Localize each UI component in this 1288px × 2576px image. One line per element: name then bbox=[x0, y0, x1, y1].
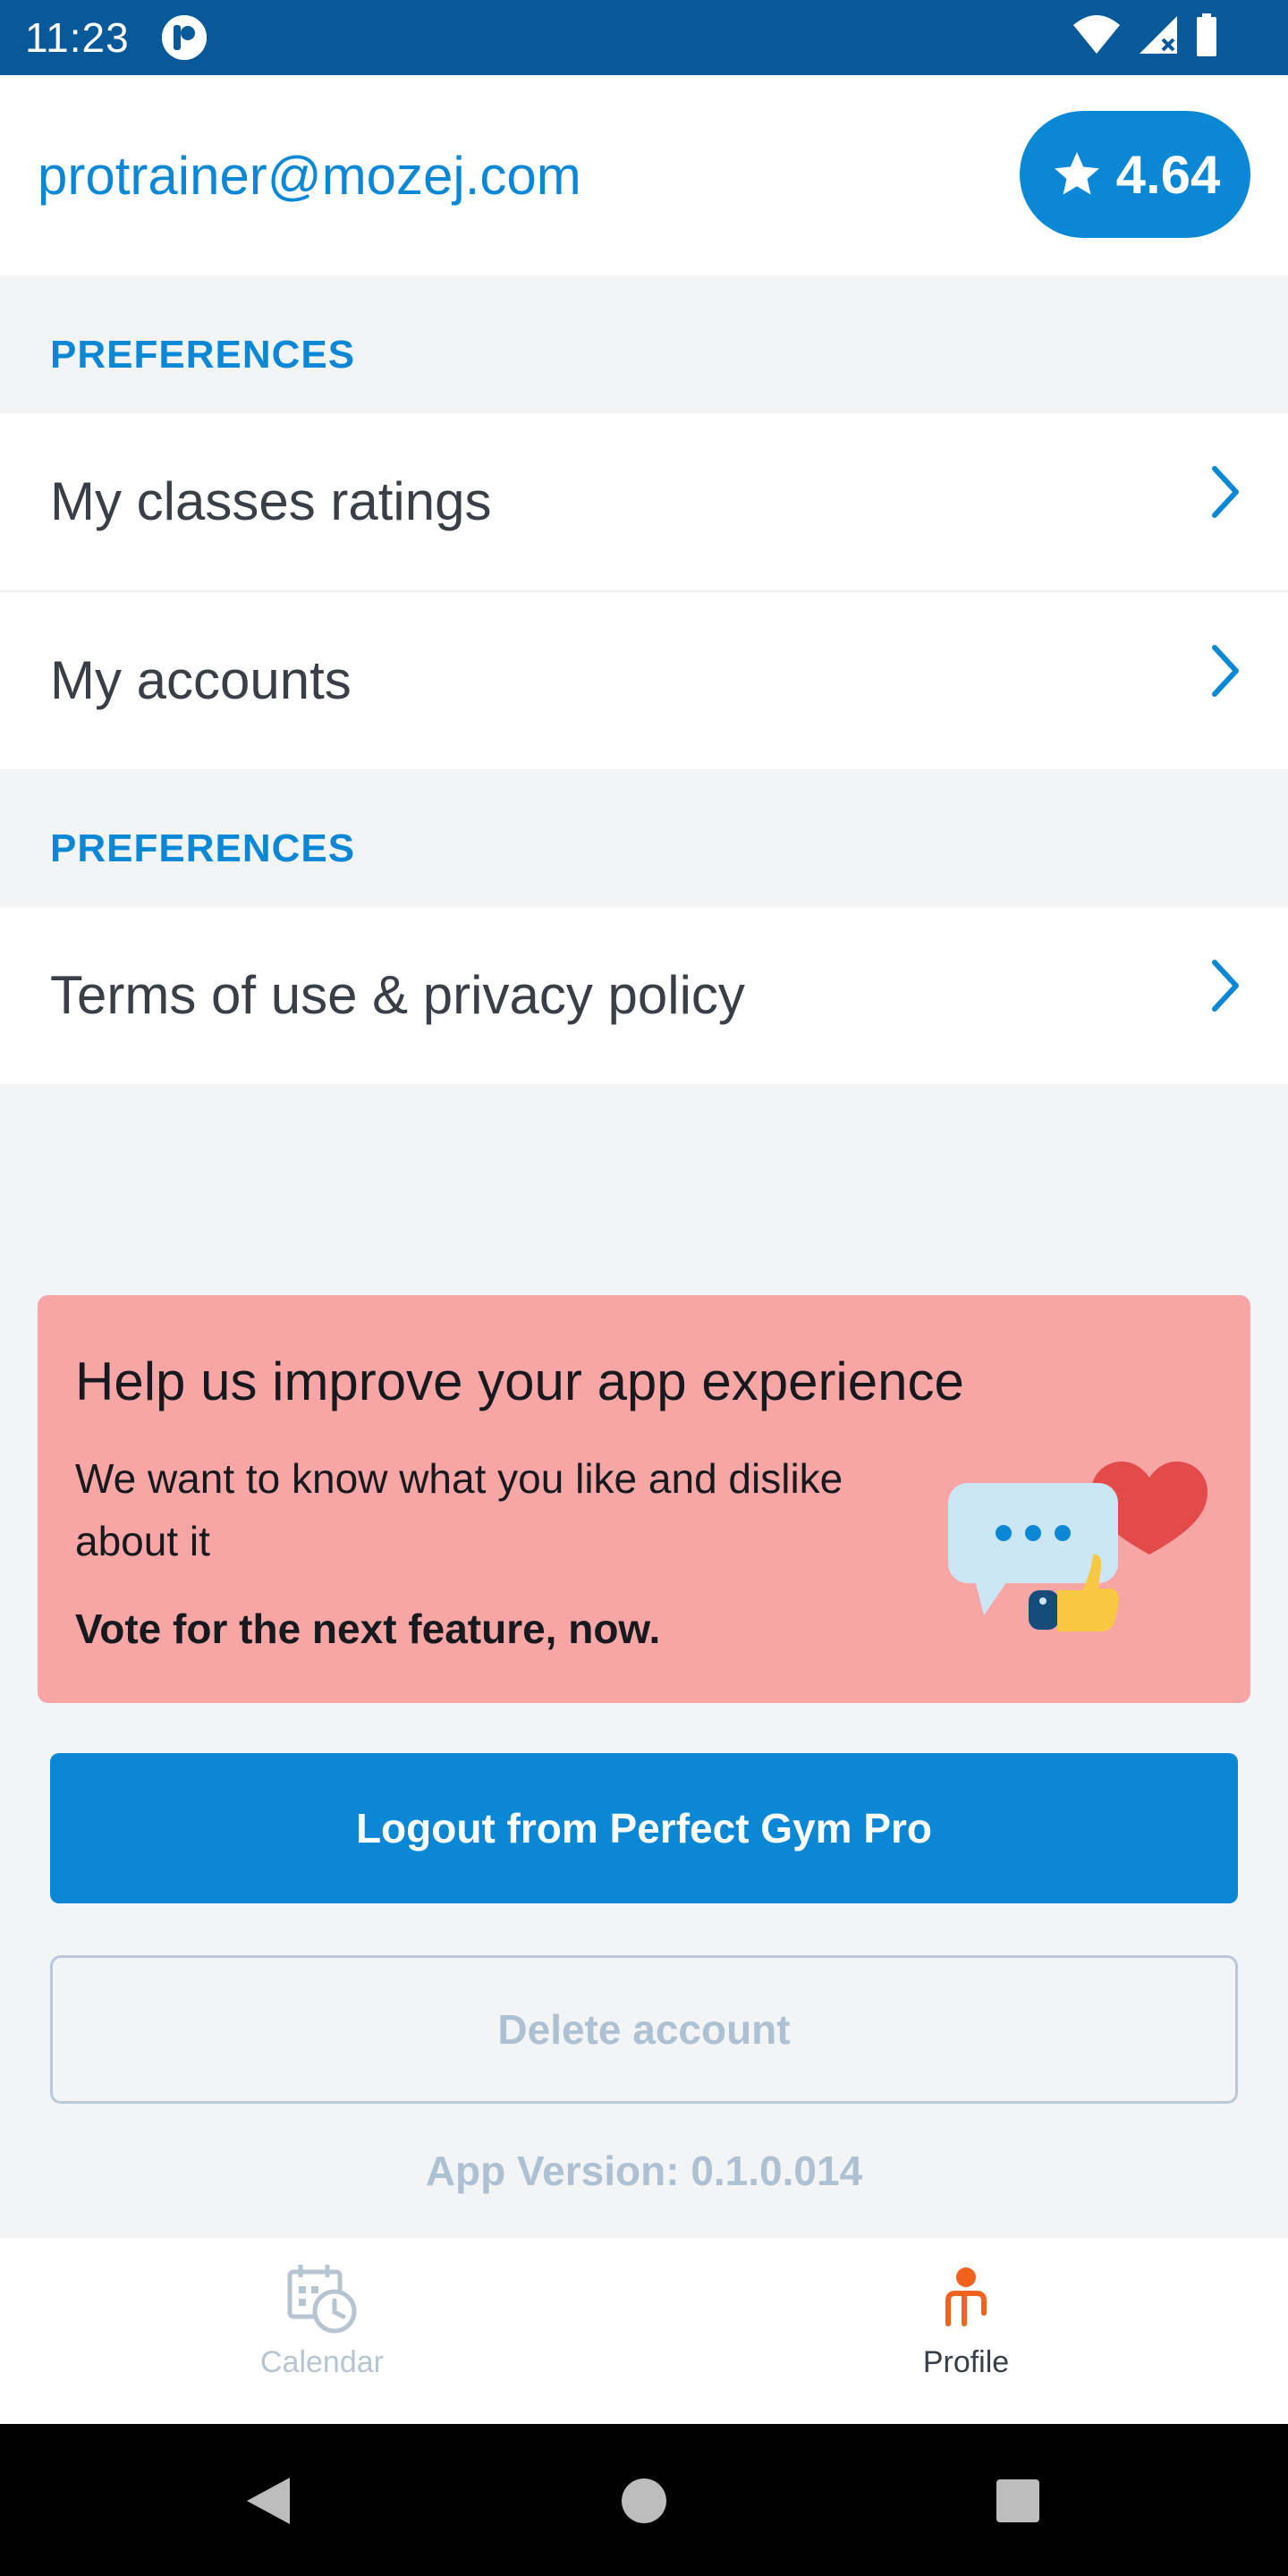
nav-item-profile[interactable]: Profile bbox=[644, 2238, 1288, 2424]
status-time: 11:23 bbox=[25, 14, 130, 61]
nav-label-profile: Profile bbox=[922, 2345, 1010, 2379]
app-version: App Version: 0.1.0.014 bbox=[425, 2148, 863, 2194]
section-label-preferences: PREFERENCES bbox=[50, 333, 356, 377]
profile-person-icon bbox=[945, 2267, 987, 2326]
menu-item-my-accounts[interactable]: My accounts bbox=[0, 592, 1288, 769]
menu-item-label: My classes ratings bbox=[50, 471, 492, 531]
battery-icon bbox=[1197, 13, 1216, 56]
menu-item-label: Terms of use & privacy policy bbox=[50, 965, 745, 1025]
feedback-chat-heart-icon bbox=[948, 1462, 1208, 1631]
star-icon bbox=[1054, 152, 1099, 195]
recents-icon[interactable] bbox=[991, 2474, 1045, 2528]
logout-button[interactable]: Logout from Perfect Gym Pro bbox=[50, 1753, 1238, 1903]
rating-value: 4.64 bbox=[1115, 144, 1221, 205]
cell-signal-icon bbox=[1140, 16, 1177, 54]
wifi-icon bbox=[1073, 15, 1120, 54]
app-notification-icon bbox=[161, 15, 207, 60]
feedback-cta: Vote for the next feature, now. bbox=[75, 1606, 661, 1652]
chevron-right-icon bbox=[1212, 960, 1239, 1012]
chevron-right-icon bbox=[1212, 645, 1239, 697]
menu-item-my-classes-ratings[interactable]: My classes ratings bbox=[0, 413, 1288, 590]
profile-header: protrainer@mozej.com 4.64 bbox=[0, 75, 1288, 275]
menu-item-label: My accounts bbox=[50, 650, 352, 710]
bottom-nav: Calendar Profile bbox=[0, 2238, 1288, 2424]
section-label-preferences: PREFERENCES bbox=[50, 826, 356, 870]
home-icon[interactable] bbox=[617, 2474, 671, 2528]
calendar-clock-icon bbox=[287, 2265, 357, 2334]
rating-badge[interactable]: 4.64 bbox=[1020, 111, 1250, 238]
feedback-banner[interactable]: Help us improve your app experience We w… bbox=[38, 1295, 1250, 1703]
feedback-title: Help us improve your app experience bbox=[75, 1352, 964, 1411]
user-email: protrainer@mozej.com bbox=[38, 146, 581, 206]
system-navigation-bar bbox=[0, 2424, 1288, 2576]
nav-label-calendar: Calendar bbox=[260, 2345, 384, 2379]
feedback-text: We want to know what you like and dislik… bbox=[75, 1455, 843, 1564]
chevron-right-icon bbox=[1212, 466, 1239, 518]
back-icon[interactable] bbox=[242, 2474, 295, 2528]
delete-account-button[interactable]: Delete account bbox=[50, 1955, 1238, 2104]
menu-item-terms-privacy[interactable]: Terms of use & privacy policy bbox=[0, 907, 1288, 1084]
status-bar: 11:23 bbox=[0, 0, 1288, 75]
nav-item-calendar[interactable]: Calendar bbox=[0, 2238, 644, 2424]
